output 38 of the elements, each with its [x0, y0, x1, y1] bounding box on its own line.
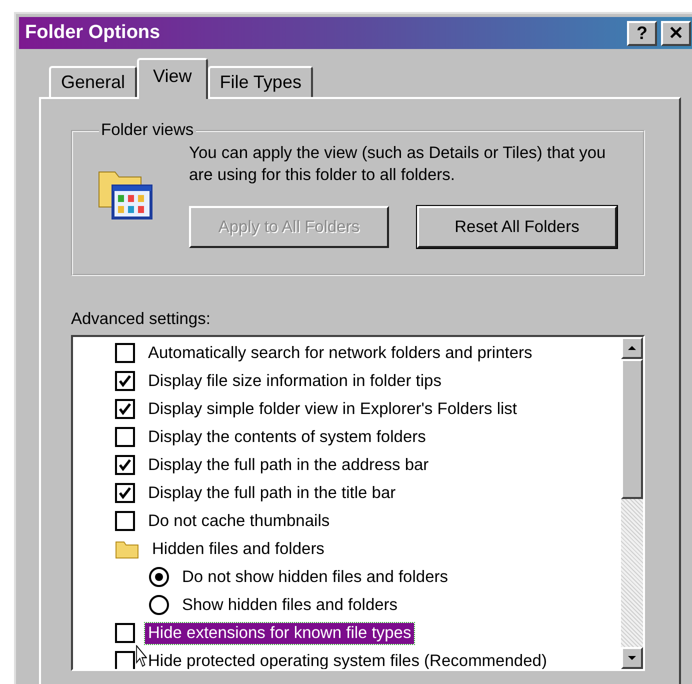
help-button[interactable]: ? [627, 20, 657, 46]
radio-button[interactable] [149, 595, 169, 615]
tab[interactable]: General [49, 66, 138, 97]
checkbox[interactable] [115, 651, 135, 669]
setting-label[interactable]: Hide protected operating system files (Recommended) [145, 650, 550, 669]
setting-label[interactable]: Display the full path in the address bar [145, 454, 432, 476]
checkbox[interactable] [115, 511, 135, 531]
setting-label[interactable]: Show hidden files and folders [179, 594, 401, 616]
checkbox[interactable] [115, 371, 135, 391]
tab[interactable]: File Types [208, 66, 314, 97]
reset-all-folders-button[interactable]: Reset All Folders [417, 206, 617, 248]
setting-label[interactable]: Display file size information in folder tips [145, 370, 444, 392]
setting-label[interactable]: Do not show hidden files and folders [179, 566, 451, 588]
setting-label[interactable]: Automatically search for network folders and printers [145, 342, 536, 364]
setting-label[interactable]: Display simple folder view in Explorer's Folders list [145, 398, 520, 420]
checkbox[interactable] [115, 483, 135, 503]
scroll-thumb[interactable] [621, 359, 643, 499]
advanced-settings-label: Advanced settings: [71, 310, 212, 329]
scroll-up-icon[interactable] [621, 337, 643, 359]
setting-label[interactable]: Hidden files and folders [149, 538, 328, 560]
folder-icon [115, 539, 139, 559]
radio-button[interactable] [149, 567, 169, 587]
checkbox[interactable] [115, 399, 135, 419]
setting-label[interactable]: Do not cache thumbnails [145, 510, 333, 532]
checkbox[interactable] [115, 455, 135, 475]
group-legend: Folder views [99, 121, 196, 140]
checkbox[interactable] [115, 343, 135, 363]
checkbox[interactable] [115, 623, 135, 643]
close-button[interactable]: ✕ [661, 20, 691, 46]
setting-label[interactable]: Display the full path in the title bar [145, 482, 399, 504]
setting-label[interactable]: Display the contents of system folders [145, 426, 429, 448]
scroll-down-icon[interactable] [621, 647, 643, 669]
description-text: You can apply the view (such as Details or Tiles) that you are using for this folder to all folders. [189, 143, 607, 186]
window-title: Folder Options [25, 22, 160, 44]
checkbox[interactable] [115, 427, 135, 447]
scrollbar[interactable] [621, 337, 643, 669]
setting-label[interactable]: Hide extensions for known file types [145, 622, 414, 644]
tab[interactable]: View [137, 58, 208, 99]
